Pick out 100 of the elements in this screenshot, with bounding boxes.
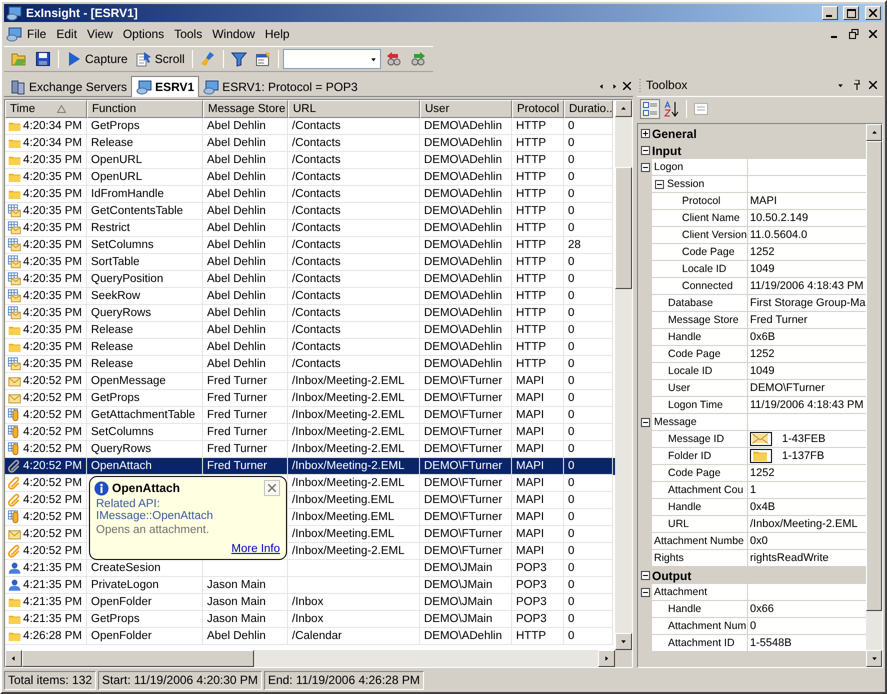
scroll-up-button[interactable] [866,124,882,141]
property-value[interactable]: 1 [748,482,866,499]
table-row[interactable]: 4:20:35 PM QueryPosition Abel Dehlin /Contacts DEMO\ADehlin HTTP 0 [5,271,615,288]
property-value[interactable]: 1252 [748,346,866,363]
table-row[interactable]: 4:20:35 PM IdFromHandle Abel Dehlin /Contacts DEMO\ADehlin HTTP 0 [5,186,615,203]
scroll-down-button[interactable] [615,633,632,650]
message-store-cell: Abel Dehlin [207,273,266,285]
table-row[interactable]: 4:20:52 PM GetProps Fred Turner /Inbox/Meeting-2.EML DEMO\FTurner MAPI 0 [5,390,615,407]
scrollbar-thumb[interactable] [615,167,632,289]
property-value[interactable]: MAPI [748,193,866,210]
table-row[interactable]: 4:20:52 PM GetAttachmentTable Fred Turner /Inbox/Meeting-2.EML DEMO\FTurner MAPI 0 [5,407,615,424]
property-value[interactable]: First Storage Group-Ma [748,295,866,312]
collapse-icon[interactable] [640,163,650,172]
toolbox-button[interactable] [640,98,660,118]
scroll-right-button[interactable] [598,650,615,667]
menu-item[interactable]: View [82,25,118,43]
property-value[interactable]: DEMO\FTurner [748,380,866,397]
table-row[interactable]: 4:20:35 PM OpenURL Abel Dehlin /Contacts DEMO\ADehlin HTTP 0 [5,169,615,186]
table-row[interactable]: 4:20:35 PM SortTable Abel Dehlin /Contacts DEMO\ADehlin HTTP 0 [5,254,615,271]
close-icon [869,81,877,89]
property-value[interactable]: 0x6B [748,329,866,346]
table-row[interactable]: 4:26:28 PM OpenFolder Abel Dehlin /Calendar DEMO\ADehlin HTTP 0 [5,628,615,645]
property-value[interactable]: rightsReadWrite [748,550,866,567]
table-row[interactable]: 4:20:34 PM Release Abel Dehlin /Contacts DEMO\ADehlin HTTP 0 [5,135,615,152]
property-value[interactable]: 11/19/2006 4:18:43 PM [748,397,866,414]
property-value[interactable]: 11.0.5604.0 [748,227,866,244]
table-row[interactable]: 4:20:35 PM Release Abel Dehlin /Contacts DEMO\ADehlin HTTP 0 [5,339,615,356]
property-value[interactable]: /Inbox/Meeting-2.EML [748,516,866,533]
scroll-up-button[interactable] [615,100,632,117]
table-row[interactable]: 4:20:35 PM Release Abel Dehlin /Contacts DEMO\ADehlin HTTP 0 [5,356,615,373]
property-value[interactable]: 0 [748,618,866,635]
property-value[interactable]: 10.50.2.149 [748,210,866,227]
table-row[interactable]: 4:20:52 PM OpenAttach Fred Turner /Inbox/Meeting-2.EML DEMO\FTurner MAPI 0 [5,458,615,475]
property-name: Code Page [652,465,748,482]
minimize-button[interactable] [822,6,838,20]
collapse-icon[interactable] [655,180,664,188]
combo-field[interactable] [282,49,381,69]
collapse-icon[interactable] [640,146,650,155]
property-value[interactable]: 0x0 [748,533,866,550]
time-cell: 4:20:35 PM [23,273,82,285]
column-header[interactable]: Protocol [512,100,564,118]
menu-item[interactable]: File [22,25,52,43]
menu-item[interactable]: Help [260,25,295,43]
more-info-link[interactable]: More Info [231,543,280,555]
column-header[interactable]: Time [5,100,87,118]
column-header[interactable]: Duratio.. [564,100,613,118]
property-value[interactable]: 1-5548B [748,635,866,652]
column-header[interactable]: Function [87,100,203,118]
url-cell: /Contacts [292,239,341,251]
menu-item[interactable]: Tools [169,25,208,43]
property-value[interactable]: 1049 [748,261,866,278]
property-value[interactable]: 11/19/2006 4:18:43 PM [748,278,866,295]
menu-item[interactable]: Edit [51,25,82,43]
property-name: Message ID [652,431,748,448]
table-row[interactable]: 4:21:35 PM CreateSesion DEMO\JMain POP3 0 [5,560,615,577]
column-header[interactable]: User [420,100,512,118]
property-value[interactable]: 1252 [748,465,866,482]
tab[interactable]: ESRV1: Protocol = POP3 [199,77,362,96]
table-row[interactable]: 4:20:35 PM Release Abel Dehlin /Contacts DEMO\ADehlin HTTP 0 [5,322,615,339]
table-row[interactable]: 4:20:35 PM GetContentsTable Abel Dehlin /Contacts DEMO\ADehlin HTTP 0 [5,203,615,220]
table-row[interactable]: 4:21:35 PM GetProps Jason Main /Inbox DEMO\JMain POP3 0 [5,611,615,628]
table-row[interactable]: 4:21:35 PM OpenFolder Jason Main /Inbox DEMO\JMain POP3 0 [5,594,615,611]
property-value[interactable]: Fred Turner [748,312,866,329]
capture-button[interactable]: Capture [63,48,131,70]
property-value[interactable]: 0x66 [748,601,866,618]
table-row[interactable]: 4:20:52 PM OpenMessage Fred Turner /Inbox/Meeting-2.EML DEMO\FTurner MAPI 0 [5,373,615,390]
column-header[interactable]: URL [288,100,420,118]
horizontal-scrollbar[interactable] [5,650,615,667]
table-row[interactable]: 4:20:35 PM Restrict Abel Dehlin /Contacts DEMO\ADehlin HTTP 0 [5,220,615,237]
message-store-cell: Abel Dehlin [207,290,266,302]
table-row[interactable]: 4:20:34 PM GetProps Abel Dehlin /Contacts DEMO\ADehlin HTTP 0 [5,118,615,135]
table-row[interactable]: 4:20:35 PM SeekRow Abel Dehlin /Contacts DEMO\ADehlin HTTP 0 [5,288,615,305]
collapse-icon[interactable] [640,588,650,597]
table-row[interactable]: 4:20:52 PM SetColumns Fred Turner /Inbox/Meeting-2.EML DEMO\FTurner MAPI 0 [5,424,615,441]
column-header[interactable]: Message Store [203,100,288,118]
table-row[interactable]: 4:21:35 PM PrivateLogon Jason Main DEMO\JMain POP3 0 [5,577,615,594]
collapse-icon[interactable] [640,571,650,580]
vertical-scrollbar[interactable] [615,100,632,650]
message-store-cell: Abel Dehlin [207,120,266,132]
property-value[interactable]: 1252 [748,244,866,261]
property-value[interactable]: 1049 [748,363,866,380]
scroll-left-button[interactable] [5,650,22,667]
scrollbar-thumb[interactable] [22,650,254,667]
scroll-down-button[interactable] [866,650,882,667]
expand-icon[interactable] [640,129,650,138]
scroll-button[interactable]: Scroll [132,48,188,70]
tab[interactable]: ESRV1 [131,76,200,97]
table-row[interactable]: 4:20:35 PM OpenURL Abel Dehlin /Contacts DEMO\ADehlin HTTP 0 [5,152,615,169]
tab[interactable]: Exchange Servers [6,77,132,96]
table-row[interactable]: 4:20:35 PM QueryRows Abel Dehlin /Contacts DEMO\ADehlin HTTP 0 [5,305,615,322]
function-cell: GetProps [91,120,140,132]
menu-item[interactable]: Window [207,25,260,43]
maximize-button[interactable] [843,6,859,20]
property-name: Locale ID [652,261,748,278]
table-row[interactable]: 4:20:35 PM SetColumns Abel Dehlin /Contacts DEMO\ADehlin HTTP 28 [5,237,615,254]
menu-item[interactable]: Options [118,25,170,43]
collapse-icon[interactable] [640,418,650,427]
table-row[interactable]: 4:20:52 PM QueryRows Fred Turner /Inbox/Meeting-2.EML DEMO\FTurner MAPI 0 [5,441,615,458]
property-value[interactable]: 0x4B [748,499,866,516]
time-cell: 4:20:52 PM [23,392,82,404]
